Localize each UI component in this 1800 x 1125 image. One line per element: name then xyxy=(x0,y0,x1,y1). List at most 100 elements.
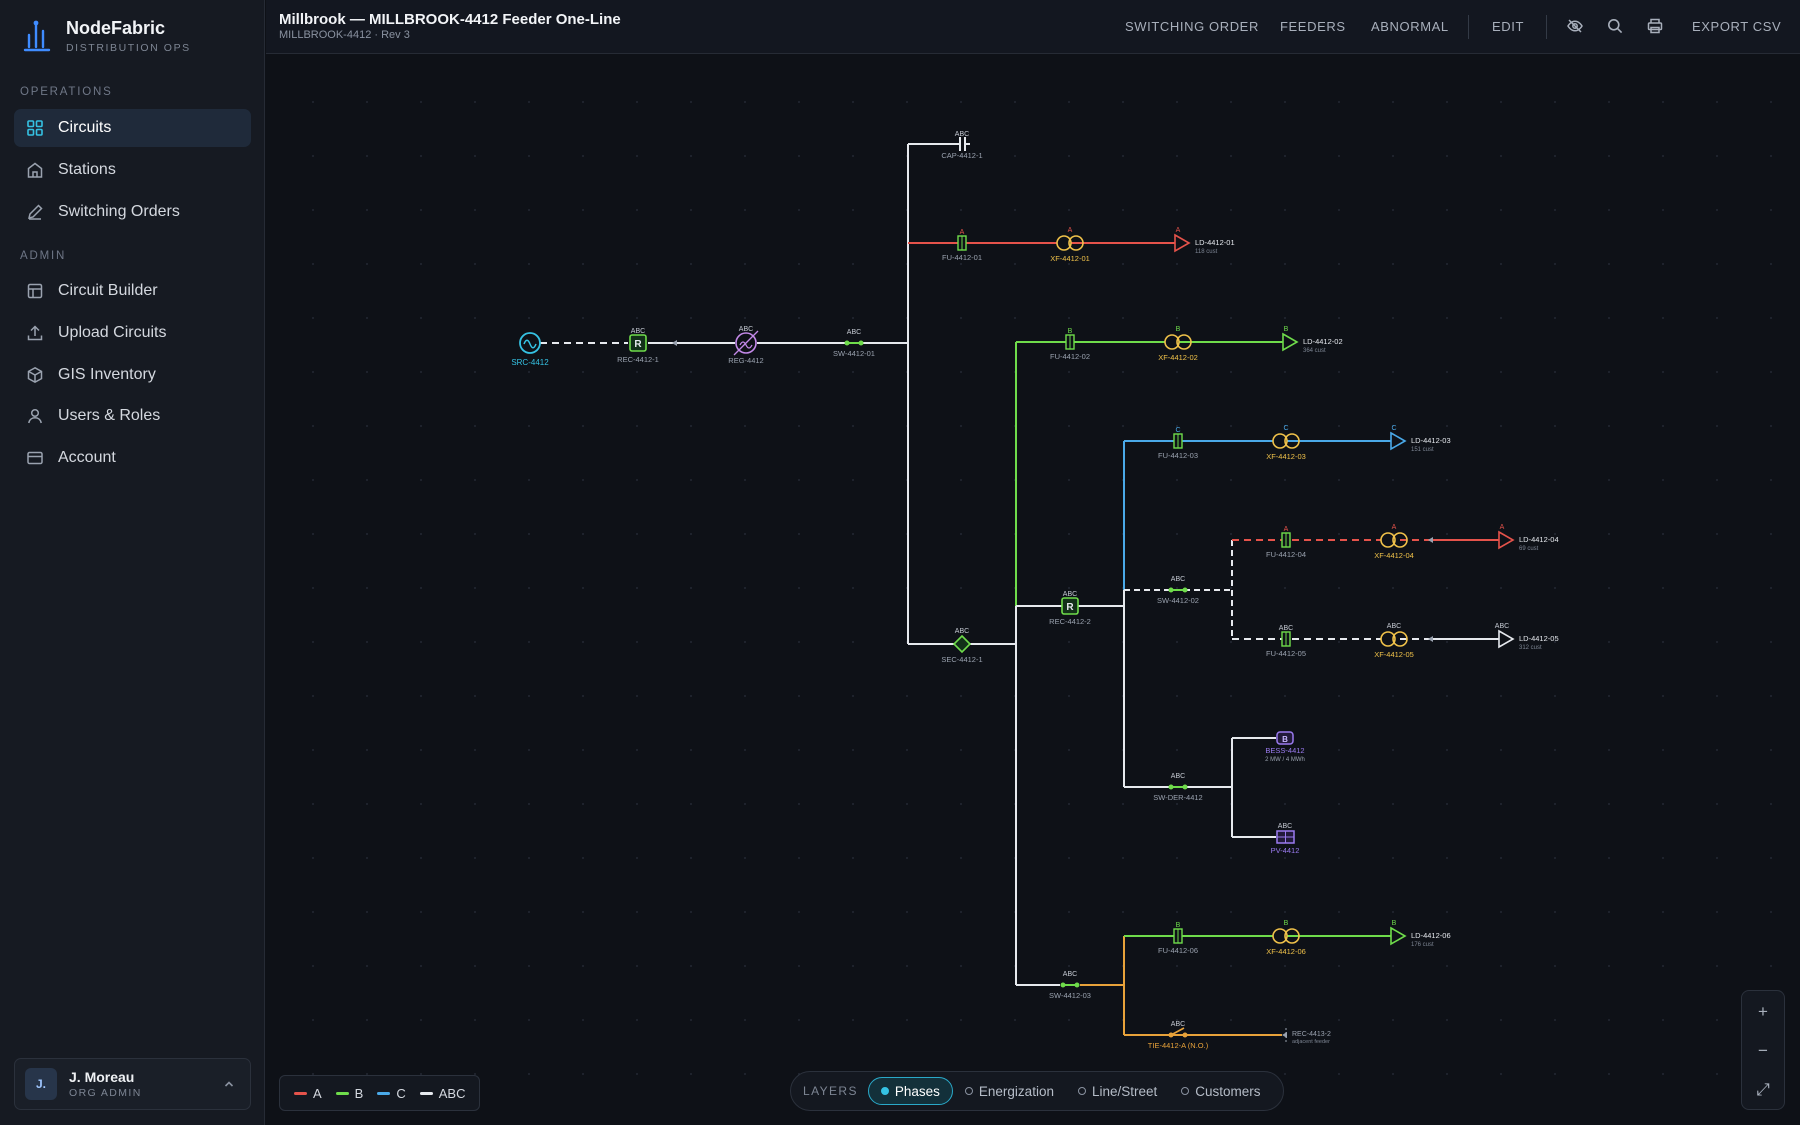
svg-text:B: B xyxy=(1068,328,1073,335)
sidebar-item-label: Users & Roles xyxy=(58,407,161,424)
svg-text:XF-4412-06: XF-4412-06 xyxy=(1266,947,1306,956)
sidebar-item-label: Circuits xyxy=(58,119,112,136)
user-name: J. Moreau xyxy=(69,1069,135,1085)
svg-text:BESS-4412: BESS-4412 xyxy=(1265,746,1304,755)
load-ld-4412-03[interactable]: C LD-4412-03 151 cust xyxy=(1390,425,1451,453)
sidebar-item-gis-inventory[interactable]: GIS Inventory xyxy=(14,356,251,394)
switching-order-link[interactable]: SWITCHING ORDER xyxy=(1125,19,1259,34)
sidebar-item-circuit-builder[interactable]: Circuit Builder xyxy=(14,272,251,310)
sidebar-item-label: Upload Circuits xyxy=(58,324,167,341)
svg-text:ABC: ABC xyxy=(1063,591,1077,598)
svg-text:A: A xyxy=(1176,227,1181,234)
svg-text:A: A xyxy=(1500,524,1505,531)
svg-text:C: C xyxy=(1283,425,1288,432)
zoom-out-button[interactable]: − xyxy=(1742,1032,1784,1070)
print-icon[interactable] xyxy=(1646,17,1664,35)
sectionalizer-sec-4412-1[interactable]: ABC SEC-4412-1 xyxy=(941,628,982,664)
sidebar-item-label: Switching Orders xyxy=(58,203,180,220)
edit-button[interactable]: EDIT xyxy=(1492,19,1524,34)
svg-text:SW-DER-4412: SW-DER-4412 xyxy=(1153,793,1202,802)
fuse-fu-4412-01[interactable]: A FU-4412-01 xyxy=(942,229,982,262)
load-ld-4412-05[interactable]: ABC LD-4412-05 312 cust xyxy=(1495,623,1559,651)
svg-text:LD-4412-06: LD-4412-06 xyxy=(1411,931,1451,940)
solar-pv-4412[interactable]: ABC PV-4412 xyxy=(1271,823,1300,855)
abnormal-link[interactable]: ABNORMAL xyxy=(1371,19,1449,34)
svg-text:SW-4412-03: SW-4412-03 xyxy=(1049,991,1091,1000)
svg-text:69 cust: 69 cust xyxy=(1519,546,1539,552)
app: NodeFabric DISTRIBUTION OPS OPERATIONS C… xyxy=(0,0,1800,1125)
zoom-in-button[interactable]: + xyxy=(1742,993,1784,1031)
fuse-fu-4412-03[interactable]: C FU-4412-03 xyxy=(1158,427,1198,460)
user-role: ORG ADMIN xyxy=(69,1087,142,1099)
sidebar-item-users-roles[interactable]: Users & Roles xyxy=(14,397,251,435)
svg-text:A: A xyxy=(1284,526,1289,533)
layer-energization[interactable]: Energization xyxy=(953,1077,1066,1105)
load-ld-4412-02[interactable]: B LD-4412-02 364 cust xyxy=(1282,326,1343,354)
section-label-admin: ADMIN xyxy=(20,250,67,262)
source-symbol[interactable]: SRC-4412 xyxy=(511,332,549,367)
grid-icon xyxy=(27,120,43,136)
layer-line-street[interactable]: Line/Street xyxy=(1066,1077,1169,1105)
svg-text:FU-4412-05: FU-4412-05 xyxy=(1266,649,1306,658)
export-csv-button[interactable]: EXPORT CSV xyxy=(1692,19,1781,34)
brand-subtitle: DISTRIBUTION OPS xyxy=(66,42,191,54)
transformer-xf-4412-02[interactable]: B XF-4412-02 xyxy=(1158,326,1198,362)
switch-sw-4412-02[interactable]: ABC SW-4412-02 xyxy=(1157,576,1199,605)
legend-item-abc: ABC xyxy=(419,1086,465,1101)
direction-arrow xyxy=(672,340,677,346)
layer-phases[interactable]: Phases xyxy=(867,1077,953,1105)
adjacent-feeder-rec-4413-2[interactable]: REC-4413-2 adjacent feeder xyxy=(1282,1028,1331,1045)
one-line-canvas[interactable]: SRC-4412 ABC R REC-4412-1 ABC REG-4412 A… xyxy=(266,55,1800,1125)
search-icon[interactable] xyxy=(1606,17,1624,35)
fuse-fu-4412-05[interactable]: ABC FU-4412-05 xyxy=(1266,625,1306,658)
transformer-xf-4412-04[interactable]: A XF-4412-04 xyxy=(1374,524,1414,560)
svg-text:B: B xyxy=(1282,735,1288,744)
fuse-fu-4412-04[interactable]: A FU-4412-04 xyxy=(1266,526,1306,559)
svg-text:ABC: ABC xyxy=(1171,773,1185,780)
svg-text:REC-4412-1: REC-4412-1 xyxy=(617,355,659,364)
regulator-reg-4412[interactable]: ABC REG-4412 xyxy=(728,326,763,365)
transformer-xf-4412-05[interactable]: ABC XF-4412-05 xyxy=(1374,623,1414,659)
svg-text:REC-4412-2: REC-4412-2 xyxy=(1049,617,1091,626)
load-ld-4412-06[interactable]: B LD-4412-06 176 cust xyxy=(1390,920,1451,948)
toolbar-divider xyxy=(1546,15,1547,39)
sidebar-item-switching-orders[interactable]: Switching Orders xyxy=(14,193,251,231)
section-label-operations: OPERATIONS xyxy=(20,86,113,98)
fuse-fu-4412-06[interactable]: B FU-4412-06 xyxy=(1158,922,1198,955)
svg-text:XF-4412-01: XF-4412-01 xyxy=(1050,254,1090,263)
sidebar-item-label: Account xyxy=(58,449,116,466)
radio-dot-icon xyxy=(880,1087,889,1095)
feeders-link[interactable]: FEEDERS xyxy=(1280,19,1346,34)
sidebar-item-circuits[interactable]: Circuits xyxy=(14,109,251,147)
svg-text:FU-4412-03: FU-4412-03 xyxy=(1158,451,1198,460)
load-ld-4412-01[interactable]: A LD-4412-01 118 cust xyxy=(1174,227,1235,255)
sidebar-item-stations[interactable]: Stations xyxy=(14,151,251,189)
svg-text:ABC: ABC xyxy=(1171,576,1185,583)
user-menu[interactable]: J. J. Moreau ORG ADMIN xyxy=(14,1058,251,1110)
chevron-up-icon[interactable] xyxy=(222,1077,236,1091)
sidebar-item-label: Stations xyxy=(58,161,116,178)
brand[interactable]: NodeFabric DISTRIBUTION OPS xyxy=(22,18,191,54)
svg-text:XF-4412-02: XF-4412-02 xyxy=(1158,353,1198,362)
capacitor-cap-4412-1[interactable]: ABC CAP-4412-1 xyxy=(941,131,982,160)
transformer-xf-4412-01[interactable]: A XF-4412-01 xyxy=(1050,227,1090,263)
svg-text:ABC: ABC xyxy=(1063,971,1077,978)
recloser-rec-4412-2[interactable]: ABC R REC-4412-2 xyxy=(1049,591,1091,626)
eye-off-icon[interactable] xyxy=(1566,17,1584,35)
sidebar-item-upload-circuits[interactable]: Upload Circuits xyxy=(14,314,251,352)
fit-view-button[interactable]: ⤢ xyxy=(1742,1071,1784,1109)
fuse-fu-4412-02[interactable]: B FU-4412-02 xyxy=(1050,328,1090,361)
load-ld-4412-04[interactable]: A LD-4412-04 69 cust xyxy=(1498,524,1559,552)
sidebar-item-account[interactable]: Account xyxy=(14,439,251,477)
avatar: J. xyxy=(25,1068,57,1100)
transformer-xf-4412-03[interactable]: C XF-4412-03 xyxy=(1266,425,1306,461)
battery-bess-4412[interactable]: B BESS-4412 2 MW / 4 MWh xyxy=(1265,731,1305,763)
radio-dot-icon xyxy=(1077,1087,1086,1095)
svg-text:XF-4412-04: XF-4412-04 xyxy=(1374,551,1414,560)
layer-customers[interactable]: Customers xyxy=(1169,1077,1272,1105)
transformer-xf-4412-06[interactable]: B XF-4412-06 xyxy=(1266,920,1306,956)
layers-toolbar: LAYERS Phases Energization Line/Street C… xyxy=(790,1071,1284,1111)
svg-text:ABC: ABC xyxy=(847,329,861,336)
recloser-rec-4412-1[interactable]: ABC R REC-4412-1 xyxy=(617,328,659,364)
svg-text:ABC: ABC xyxy=(1278,823,1292,830)
